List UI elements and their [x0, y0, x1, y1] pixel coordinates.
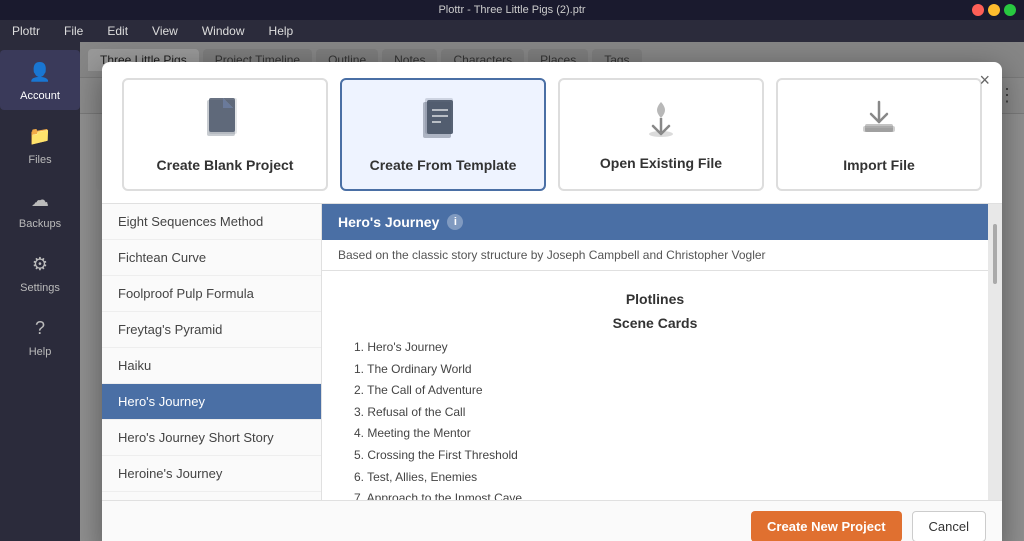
open-existing-button[interactable]: Open Existing File — [558, 78, 764, 191]
minimize-button[interactable] — [988, 4, 1000, 16]
menu-edit[interactable]: Edit — [103, 22, 132, 40]
close-button[interactable] — [972, 4, 984, 16]
sidebar-label-help: Help — [29, 346, 52, 358]
menu-view[interactable]: View — [148, 22, 182, 40]
sidebar-item-help[interactable]: ? Help — [0, 306, 80, 366]
template-item-5[interactable]: Hero's Journey — [102, 384, 321, 420]
help-icon: ? — [26, 314, 54, 342]
content-area: Three Little Pigs Project Timeline Outli… — [80, 42, 1024, 541]
sidebar-item-files[interactable]: 📁 Files — [0, 114, 80, 174]
scene-item-2: 3. Refusal of the Call — [354, 402, 972, 424]
project-types-row: Create Blank Project — [102, 62, 1002, 204]
scene-sub-list: 1. The Ordinary World 2. The Call of Adv… — [338, 359, 972, 500]
scene-parent-list: 1. Hero's Journey — [338, 337, 972, 359]
scene-item-0: 1. The Ordinary World — [354, 359, 972, 381]
preview-title: Hero's Journey — [338, 214, 439, 230]
template-item-3[interactable]: Freytag's Pyramid — [102, 312, 321, 348]
modal-footer: Create New Project Cancel — [102, 500, 1002, 541]
import-file-button[interactable]: Import File — [776, 78, 982, 191]
create-new-project-button[interactable]: Create New Project — [751, 511, 902, 541]
open-file-label: Open Existing File — [600, 155, 722, 171]
menu-plottr[interactable]: Plottr — [8, 22, 44, 40]
sidebar-label-account: Account — [20, 90, 60, 102]
blank-project-label: Create Blank Project — [157, 157, 294, 173]
sidebar-item-settings[interactable]: ⚙ Settings — [0, 242, 80, 302]
title-bar: Plottr - Three Little Pigs (2).ptr — [0, 0, 1024, 20]
cancel-button[interactable]: Cancel — [912, 511, 986, 541]
scene-item-3: 4. Meeting the Mentor — [354, 423, 972, 445]
maximize-button[interactable] — [1004, 4, 1016, 16]
menu-file[interactable]: File — [60, 22, 87, 40]
import-label: Import File — [843, 157, 915, 173]
sidebar-label-files: Files — [28, 154, 51, 166]
sidebar-label-settings: Settings — [20, 282, 60, 294]
files-icon: 📁 — [26, 122, 54, 150]
section-plotlines: Plotlines — [338, 291, 972, 307]
create-blank-button[interactable]: Create Blank Project — [122, 78, 328, 191]
template-item-6[interactable]: Hero's Journey Short Story — [102, 420, 321, 456]
template-item-4[interactable]: Haiku — [102, 348, 321, 384]
template-item-1[interactable]: Fichtean Curve — [102, 240, 321, 276]
account-icon: 👤 — [26, 58, 54, 86]
template-item-7[interactable]: Heroine's Journey — [102, 456, 321, 492]
modal-body: Eight Sequences Method Fichtean Curve Fo… — [102, 204, 1002, 500]
title-bar-title: Plottr - Three Little Pigs (2).ptr — [8, 4, 1016, 16]
sidebar-label-backups: Backups — [19, 218, 61, 230]
preview-header: Hero's Journey i — [322, 204, 988, 240]
settings-icon: ⚙ — [26, 250, 54, 278]
backups-icon: ☁ — [26, 186, 54, 214]
modal-overlay: × Create Blank Pr — [80, 42, 1024, 541]
modal-close-button[interactable]: × — [979, 70, 990, 91]
sidebar: 👤 Account 📁 Files ☁ Backups ⚙ Settings ?… — [0, 42, 80, 541]
template-item-0[interactable]: Eight Sequences Method — [102, 204, 321, 240]
import-icon — [857, 96, 901, 149]
sidebar-item-backups[interactable]: ☁ Backups — [0, 178, 80, 238]
template-preview: Hero's Journey i Based on the classic st… — [322, 204, 988, 500]
menu-window[interactable]: Window — [198, 22, 249, 40]
menu-bar: Plottr File Edit View Window Help — [0, 20, 1024, 42]
main-layout: 👤 Account 📁 Files ☁ Backups ⚙ Settings ?… — [0, 42, 1024, 541]
template-item-8[interactable]: Horror Beat Sheet — [102, 492, 321, 500]
blank-project-icon — [205, 96, 245, 149]
create-from-template-button[interactable]: Create From Template — [340, 78, 546, 191]
template-list: Eight Sequences Method Fichtean Curve Fo… — [102, 204, 322, 500]
scene-item-4: 5. Crossing the First Threshold — [354, 445, 972, 467]
section-scene-cards: Scene Cards — [338, 315, 972, 331]
preview-scrollbar — [988, 204, 1002, 500]
scene-item-6: 7. Approach to the Inmost Cave — [354, 488, 972, 500]
scrollbar-thumb — [993, 224, 997, 284]
window-controls — [972, 4, 1016, 16]
preview-content: Plotlines Scene Cards 1. Hero's Journey … — [322, 271, 988, 500]
sidebar-item-account[interactable]: 👤 Account — [0, 50, 80, 110]
template-item-2[interactable]: Foolproof Pulp Formula — [102, 276, 321, 312]
menu-help[interactable]: Help — [265, 22, 298, 40]
scene-item-1: 2. The Call of Adventure — [354, 380, 972, 402]
preview-subtitle: Based on the classic story structure by … — [322, 240, 988, 271]
scene-item-5: 6. Test, Allies, Enemies — [354, 467, 972, 489]
info-icon[interactable]: i — [447, 214, 463, 230]
modal-dialog: × Create Blank Pr — [102, 62, 1002, 541]
template-label: Create From Template — [370, 157, 517, 173]
template-icon — [421, 96, 465, 149]
open-file-icon — [639, 98, 683, 147]
scene-parent-item: 1. Hero's Journey — [354, 337, 972, 359]
